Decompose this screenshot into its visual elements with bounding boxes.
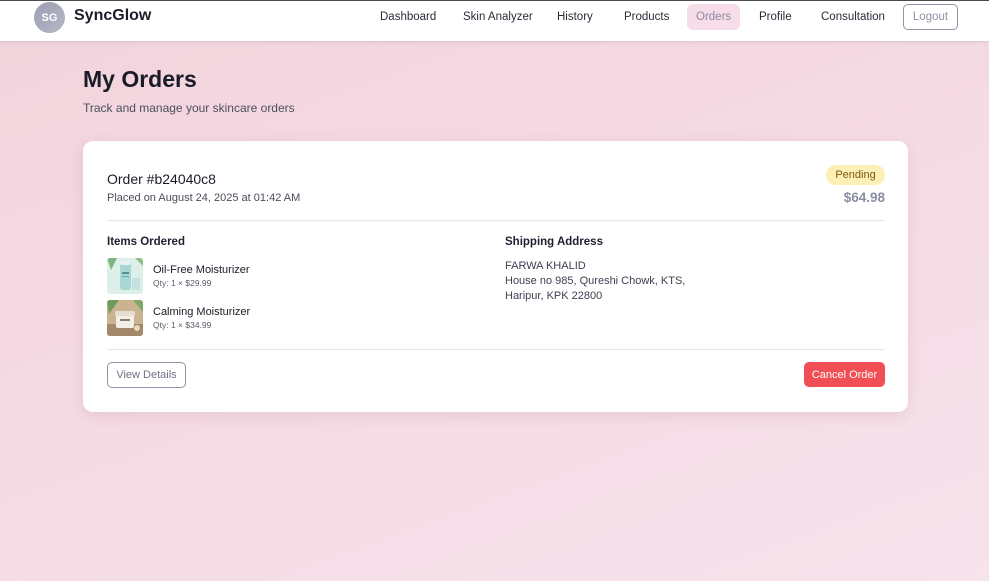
address-line-1: House no 985, Qureshi Chowk, KTS, (505, 275, 686, 287)
nav-link-skin-analyzer[interactable]: Skin Analyzer (454, 4, 542, 30)
page-title: My Orders (83, 66, 197, 92)
nav-link-history[interactable]: History (548, 4, 602, 30)
nav-link-consultation[interactable]: Consultation (812, 4, 894, 30)
item-qty: Qty: 1 × $34.99 (153, 320, 212, 330)
nav-link-dashboard[interactable]: Dashboard (371, 4, 445, 30)
order-number: Order #b24040c8 (107, 171, 216, 187)
top-navbar: SG SyncGlow Dashboard Skin Analyzer Hist… (0, 0, 989, 41)
order-card: Order #b24040c8 Placed on August 24, 202… (83, 141, 908, 412)
cancel-order-button[interactable]: Cancel Order (804, 362, 885, 387)
page-subtitle: Track and manage your skincare orders (83, 101, 295, 115)
view-details-button[interactable]: View Details (107, 362, 186, 388)
divider (107, 349, 885, 350)
item-name: Oil-Free Moisturizer (153, 264, 250, 276)
status-badge: Pending (826, 165, 885, 185)
nav-link-products[interactable]: Products (615, 4, 678, 30)
item-qty: Qty: 1 × $29.99 (153, 278, 212, 288)
items-ordered-heading: Items Ordered (107, 236, 185, 248)
moisturizer-bottle-icon (107, 258, 143, 294)
logo-avatar[interactable]: SG (34, 2, 65, 33)
order-date: Placed on August 24, 2025 at 01:42 AM (107, 192, 301, 204)
shipping-address-heading: Shipping Address (505, 236, 603, 248)
item-name: Calming Moisturizer (153, 306, 251, 318)
brand-name[interactable]: SyncGlow (74, 7, 151, 25)
divider (107, 220, 885, 221)
list-item[interactable]: Oil-Free Moisturizer Qty: 1 × $29.99 (107, 258, 307, 294)
order-total: $64.98 (843, 190, 885, 205)
nav-link-profile[interactable]: Profile (750, 4, 801, 30)
moisturizer-jar-icon (107, 300, 143, 336)
address-name: FARWA KHALID (505, 260, 586, 272)
logout-button[interactable]: Logout (903, 4, 958, 30)
list-item[interactable]: Calming Moisturizer Qty: 1 × $34.99 (107, 300, 307, 336)
address-line-2: Haripur, KPK 22800 (505, 290, 603, 302)
nav-link-orders[interactable]: Orders (687, 4, 741, 30)
